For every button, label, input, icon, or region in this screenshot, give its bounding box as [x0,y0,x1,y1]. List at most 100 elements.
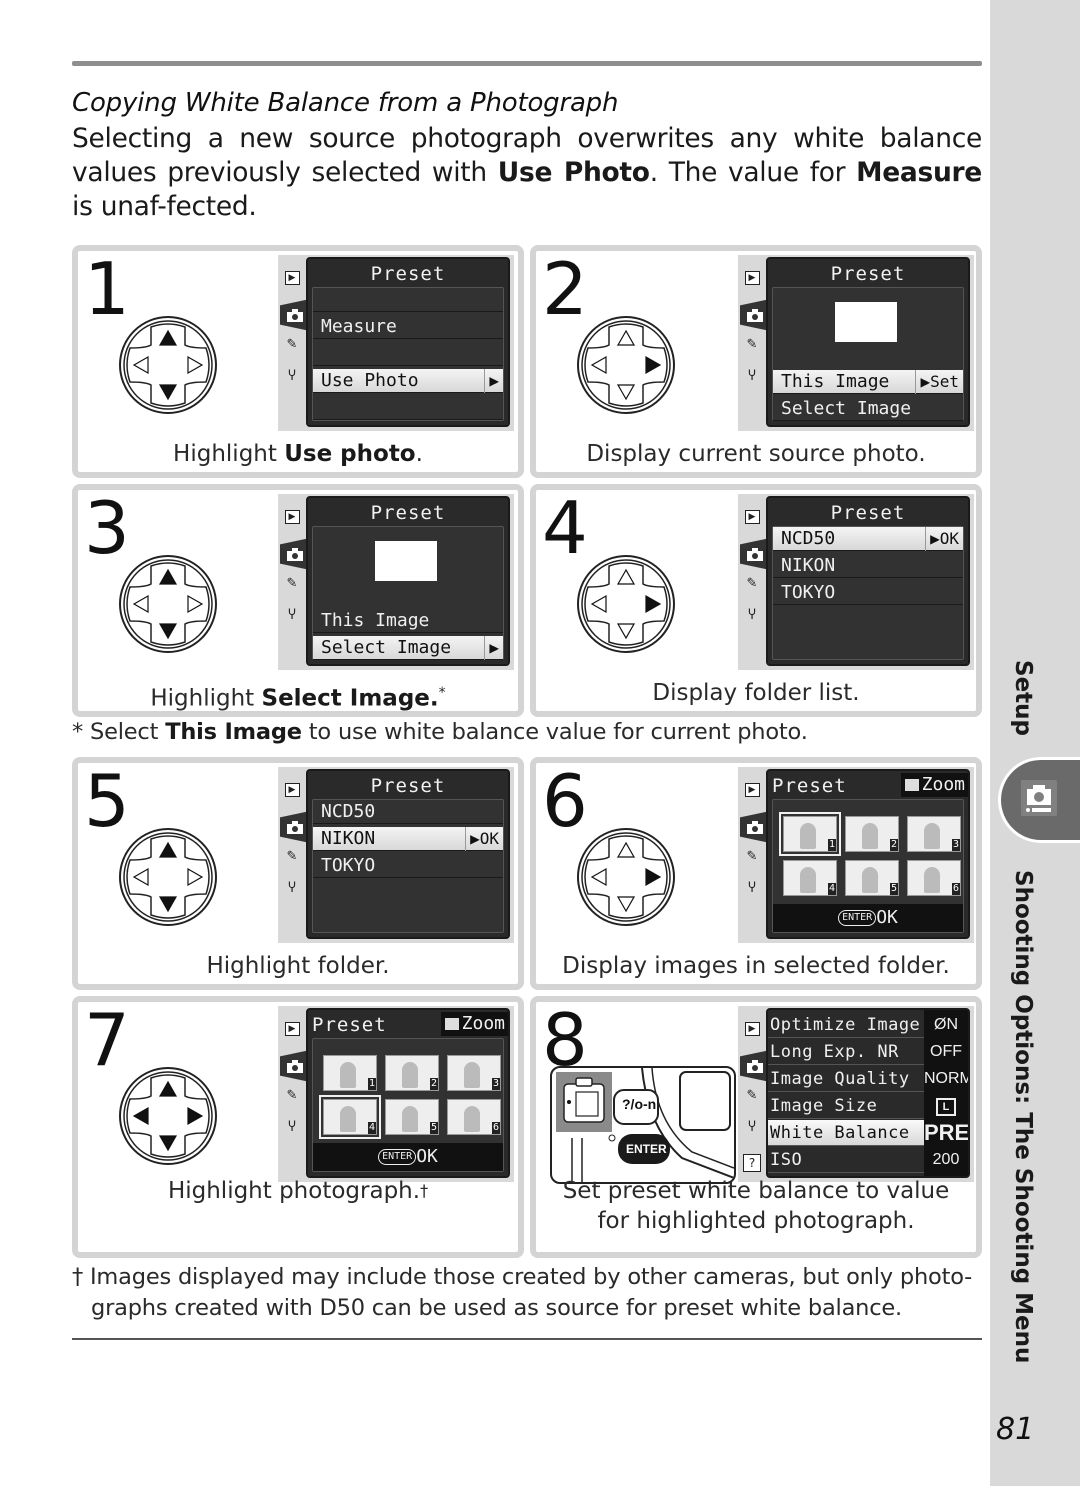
custom-settings-pencil-icon: ✎ [746,575,758,591]
thumbnail[interactable]: 6 [447,1099,501,1135]
folder-list-item[interactable]: NIKON [773,554,963,578]
lcd-menu-row [313,396,503,420]
thumbnail-figure [402,1062,418,1088]
folder-list-item[interactable]: TOKYO [773,581,963,605]
playback-menu-tab-icon: ▶ [743,508,761,526]
thumbnail-figure [862,867,878,893]
folder-list-item[interactable]: NIKON ▶OK [313,827,503,851]
menu-item[interactable]: ISO [768,1147,924,1173]
multi-selector-icon [577,828,675,926]
lcd-menu-row[interactable]: Measure [313,315,503,339]
footnote-dagger: † Images displayed may include those crea… [72,1262,982,1324]
playback-menu-tab-icon: ▶ [743,269,761,287]
caption-bold: Use photo [284,441,416,467]
top-divider [72,61,982,66]
setup-menu-wrench-icon: Ⴤ [288,1119,296,1135]
camera-lcd-screen: ▶ ✎ Ⴤ? Optimize Image ØN Long Exp. NR OFF Image… [738,1006,974,1182]
step-caption: Highlight folder. [78,951,518,981]
lcd-menu-body: Measure Use Photo ▶ [312,287,504,421]
lcd-title: Preset [370,502,446,524]
lcd-menu-tabs: ▶ ✎ Ⴤ [278,767,310,943]
setup-menu-wrench-icon: Ⴤ [748,1119,756,1135]
lcd-menu-row[interactable]: Select Image ▶ [313,636,503,660]
setup-menu-wrench-icon: Ⴤ [288,607,296,623]
thumbnail[interactable]: 4 [319,1095,381,1139]
protect-button-label[interactable]: ?/o-n [622,1096,656,1112]
thumbnail[interactable]: 1 [779,812,841,856]
caption-text: Display current source photo. [586,441,926,467]
lcd-menu-tabs: ▶ ✎ Ⴤ [278,255,310,431]
camera-lcd-screen: ▶ ✎ Ⴤ Preset This Image ▶Set Select Image [738,255,974,431]
submenu-arrow-icon: ▶ [484,636,503,660]
thumbnail[interactable]: 4 [783,860,837,896]
playback-menu-tab-icon: ▶ [743,1020,761,1038]
playback-menu-tab-icon: ▶ [743,781,761,799]
thumbnail[interactable]: 5 [845,860,899,896]
thumbnail-figure [862,823,878,849]
thumbnail-figure [464,1106,480,1132]
setup-menu-wrench-icon: Ⴤ [288,368,296,384]
lcd-menu-tabs: ▶ ✎ Ⴤ [738,767,770,943]
menu-item-value: L [924,1093,968,1119]
lcd-menu-row[interactable]: This Image ▶Set [773,370,963,394]
thumbnail-number: 5 [889,883,898,895]
lcd-menu-body: 1 2 3 4 5 6 ENTER OK [312,1038,504,1172]
lcd-menu-row[interactable]: This Image [313,609,503,633]
folder-list-item[interactable]: NCD50 ▶OK [773,527,963,551]
thumbnail[interactable]: 3 [907,816,961,852]
thumbnail-number: 3 [491,1078,500,1090]
caption-text: Display images in selected folder. [562,953,950,979]
playback-glyph: ▶ [744,510,760,524]
source-photo-preview [835,302,897,342]
side-tab-setup-label[interactable]: Setup [1010,660,1036,736]
page-number: 81 [996,1412,1035,1447]
caption-line: for highlighted photograph. [597,1208,915,1234]
footnote-asterisk: * Select This Image to use white balance… [72,719,808,745]
caption-bold: Select Image [261,685,430,712]
custom-settings-pencil-icon: ✎ [286,848,298,864]
thumbnail[interactable]: 1 [323,1055,377,1091]
lcd-menu-row [313,342,503,366]
dagger-mark: † [72,1264,84,1290]
caption-period: . [429,685,439,712]
zoom-thumbnail-icon [443,1017,460,1031]
lcd-menu-row[interactable]: Use Photo ▶ [313,369,503,393]
thumbnail[interactable]: 6 [907,860,961,896]
step-panel-8: 8 ?/o-n ENTER ▶ ✎ Ⴤ? Optimize Image ØN Long Exp.… [530,996,982,1258]
side-tab-shooting-menu[interactable] [998,757,1080,843]
lcd-display: Preset This Image Select Image ▶ [306,496,510,666]
lcd-menu-row[interactable]: Select Image [773,397,963,421]
lcd-menu-row [313,288,503,312]
multi-selector-icon [119,1067,217,1165]
zoom-indicator: Zoom [900,773,968,797]
lcd-display: Optimize Image ØN Long Exp. NR OFF Image Qua… [766,1008,970,1178]
lcd-menu-tabs: ▶ ✎ Ⴤ [738,255,770,431]
lcd-menu-body: 1 2 3 4 5 6 ENTER OK [772,799,964,933]
enter-button-label[interactable]: ENTER [626,1142,667,1156]
menu-item[interactable]: White Balance [768,1120,924,1146]
caption-line: Set preset white balance to value [562,1178,950,1204]
folder-list-item[interactable]: NCD50 [313,800,503,824]
folder-list-item[interactable]: TOKYO [313,854,503,878]
thumbnail-number: 2 [429,1078,438,1090]
playback-menu-tab-icon: ▶ [283,508,301,526]
playback-menu-tab-icon: ▶ [283,1020,301,1038]
multi-selector [118,1066,218,1166]
menu-item[interactable]: Image Quality [768,1066,924,1092]
footnote-line: Images displayed may include those creat… [90,1264,973,1290]
thumbnail-figure [464,1062,480,1088]
menu-item[interactable]: Long Exp. NR [768,1039,924,1065]
menu-item[interactable]: Optimize Image [768,1012,924,1038]
step-panel-2: 2 ▶ ✎ Ⴤ Preset This Image ▶Set Select Image Dis… [530,245,982,478]
thumbnail-number: 4 [827,883,836,895]
footnote-reference-mark: * [438,685,446,701]
thumbnail[interactable]: 5 [385,1099,439,1135]
setup-menu-wrench-icon: Ⴤ [288,880,296,896]
thumbnail[interactable]: 3 [447,1055,501,1091]
thumbnail[interactable]: 2 [845,816,899,852]
playback-menu-tab-icon: ▶ [283,781,301,799]
menu-item[interactable]: Image Size [768,1093,924,1119]
lcd-title: Preset [830,263,906,285]
thumbnail-number: 6 [951,883,960,895]
thumbnail[interactable]: 2 [385,1055,439,1091]
